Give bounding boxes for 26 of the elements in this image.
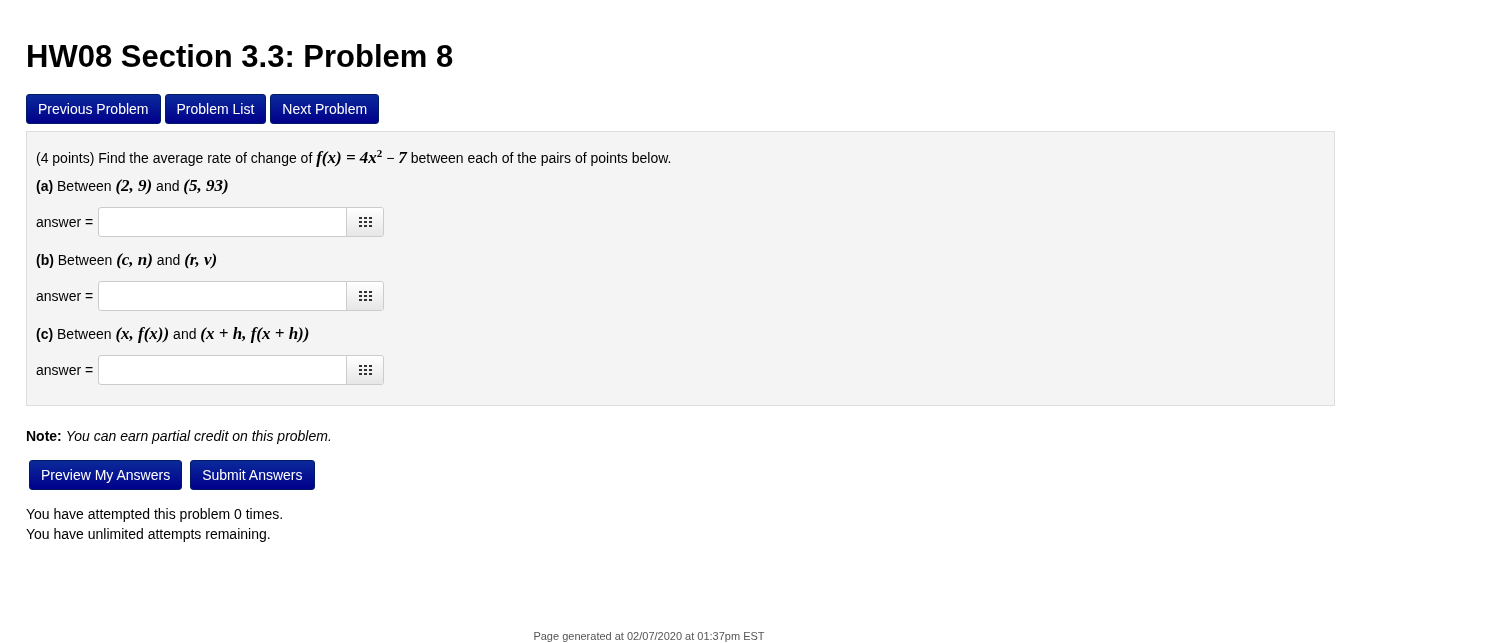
grid-icon	[358, 364, 372, 375]
answer-field[interactable]	[98, 354, 385, 385]
problem-list-button[interactable]: Problem List	[164, 94, 267, 124]
grid-icon	[358, 216, 372, 227]
grid-icon	[358, 290, 372, 301]
question-text: (c) Between (x, f(x)) and (x + h, f(x + h))	[36, 322, 311, 345]
answer-field[interactable]	[98, 206, 385, 237]
answer-label: answer =	[36, 361, 94, 378]
preview-answers-button[interactable]: Preview My Answers	[29, 459, 183, 490]
equation-editor-button[interactable]	[346, 207, 384, 236]
submit-answers-button[interactable]: Submit Answers	[190, 459, 315, 490]
question-text: (b) Between (c, n) and (r, v)	[36, 248, 219, 271]
answer-field[interactable]	[98, 280, 385, 311]
question-text: (a) Between (2, 9) and (5, 93)	[36, 174, 230, 197]
page-title: HW08 Section 3.3: Problem 8	[26, 38, 455, 76]
next-problem-button[interactable]: Next Problem	[270, 94, 380, 124]
previous-problem-button[interactable]: Previous Problem	[26, 94, 161, 124]
equation-editor-button[interactable]	[346, 355, 384, 384]
problem-text: (4 points) Find the average rate of change of f(x) = 4x$^{2}$ − 7 between each of the pairs of points below.	[36, 146, 673, 169]
footer-text: Page generated at 02/07/2020 at 01:37pm EST	[532, 629, 766, 643]
note-text: Note: You can earn partial credit on this problem.	[26, 426, 333, 446]
attempts-text: You have attempted this problem 0 times.	[26, 504, 285, 524]
answer-label: answer =	[36, 287, 94, 304]
attempts-text: You have unlimited attempts remaining.	[26, 524, 272, 544]
equation-editor-button[interactable]	[346, 281, 384, 310]
answer-label: answer =	[36, 213, 94, 230]
